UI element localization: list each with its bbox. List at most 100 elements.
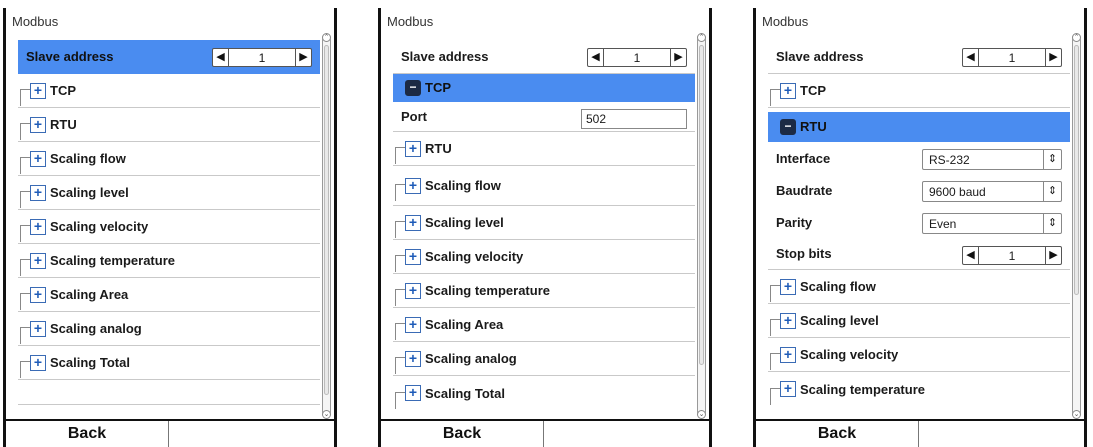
scroll-thumb[interactable]: [699, 45, 704, 365]
port-row[interactable]: Port 502: [393, 102, 695, 132]
parity-row[interactable]: Parity Even ⇕: [768, 206, 1070, 238]
group-rtu[interactable]: + RTU: [393, 132, 695, 166]
minus-icon[interactable]: −: [405, 79, 421, 96]
interface-row[interactable]: Interface RS-232 ⇕: [768, 142, 1070, 174]
slave-address-stepper[interactable]: ◀ 1 ▶: [212, 48, 312, 67]
port-input[interactable]: 502: [581, 109, 687, 129]
slave-address-stepper[interactable]: ◀ 1 ▶: [587, 48, 687, 67]
scroll-thumb[interactable]: [324, 45, 329, 395]
interface-select[interactable]: RS-232 ⇕: [922, 149, 1062, 170]
plus-icon[interactable]: +: [30, 116, 46, 133]
group-rtu[interactable]: + RTU: [18, 108, 320, 142]
plus-icon[interactable]: +: [30, 218, 46, 235]
slave-address-stepper[interactable]: ◀ 1 ▶: [962, 48, 1062, 67]
arrow-right-icon[interactable]: ▶: [295, 49, 311, 66]
minus-icon[interactable]: −: [780, 118, 796, 135]
group-scaling-analog[interactable]: + Scaling analog: [393, 342, 695, 376]
back-button[interactable]: Back: [381, 421, 544, 447]
scrollbar[interactable]: ⌃ ⌄: [1072, 33, 1081, 419]
plus-icon[interactable]: +: [30, 252, 46, 269]
scroll-down-icon[interactable]: ⌄: [1072, 410, 1081, 419]
scrollbar[interactable]: ⌃ ⌄: [697, 33, 706, 419]
group-rtu[interactable]: − RTU: [768, 112, 1070, 142]
tree-line: [395, 221, 405, 238]
tree-line: [20, 293, 30, 310]
group-scaling-area[interactable]: + Scaling Area: [393, 308, 695, 342]
group-scaling-total[interactable]: + Scaling Total: [393, 376, 695, 410]
slave-address-row[interactable]: Slave address ◀ 1 ▶: [18, 40, 320, 74]
group-scaling-temperature[interactable]: + Scaling temperature: [18, 244, 320, 278]
baudrate-row[interactable]: Baudrate 9600 baud ⇕: [768, 174, 1070, 206]
group-label: Scaling analog: [50, 321, 142, 336]
plus-icon[interactable]: +: [780, 346, 796, 363]
arrow-left-icon[interactable]: ◀: [213, 49, 229, 66]
plus-icon[interactable]: +: [405, 140, 421, 157]
arrow-right-icon[interactable]: ▶: [1045, 49, 1061, 66]
arrow-right-icon[interactable]: ▶: [1045, 247, 1061, 264]
group-scaling-flow[interactable]: + Scaling flow: [18, 142, 320, 176]
tree-line: [20, 259, 30, 276]
plus-icon[interactable]: +: [30, 82, 46, 99]
plus-icon[interactable]: +: [30, 320, 46, 337]
group-tcp[interactable]: + TCP: [768, 74, 1070, 108]
scroll-down-icon[interactable]: ⌄: [697, 410, 706, 419]
scroll-up-icon[interactable]: ⌃: [322, 33, 331, 42]
plus-icon[interactable]: +: [30, 286, 46, 303]
arrow-left-icon[interactable]: ◀: [963, 49, 979, 66]
scroll-up-icon[interactable]: ⌃: [1072, 33, 1081, 42]
group-scaling-total[interactable]: + Scaling Total: [18, 346, 320, 380]
baudrate-label: Baudrate: [776, 182, 833, 198]
plus-icon[interactable]: +: [30, 354, 46, 371]
group-scaling-velocity[interactable]: + Scaling velocity: [18, 210, 320, 244]
arrow-left-icon[interactable]: ◀: [588, 49, 604, 66]
plus-icon[interactable]: +: [780, 312, 796, 329]
parity-select[interactable]: Even ⇕: [922, 213, 1062, 234]
back-button[interactable]: Back: [756, 421, 919, 447]
group-scaling-temperature[interactable]: + Scaling temperature: [768, 372, 1070, 406]
group-scaling-level[interactable]: + Scaling level: [393, 206, 695, 240]
stop-bits-row[interactable]: Stop bits ◀ 1 ▶: [768, 238, 1070, 270]
group-scaling-velocity[interactable]: + Scaling velocity: [393, 240, 695, 274]
scroll-up-icon[interactable]: ⌃: [697, 33, 706, 42]
slave-address-row[interactable]: Slave address ◀ 1 ▶: [768, 40, 1070, 74]
softkey-right[interactable]: [919, 421, 1082, 447]
scrollbar[interactable]: ⌃ ⌄: [322, 33, 331, 419]
updown-icon[interactable]: ⇕: [1043, 150, 1061, 169]
plus-icon[interactable]: +: [405, 316, 421, 333]
group-scaling-velocity[interactable]: + Scaling velocity: [768, 338, 1070, 372]
softkey-right[interactable]: [544, 421, 707, 447]
plus-icon[interactable]: +: [405, 385, 421, 401]
group-label: Scaling velocity: [425, 249, 524, 264]
group-tcp[interactable]: + TCP: [18, 74, 320, 108]
parity-value: Even: [929, 216, 957, 231]
arrow-right-icon[interactable]: ▶: [670, 49, 686, 66]
updown-icon[interactable]: ⇕: [1043, 182, 1061, 201]
plus-icon[interactable]: +: [405, 177, 421, 194]
plus-icon[interactable]: +: [780, 82, 796, 99]
arrow-left-icon[interactable]: ◀: [963, 247, 979, 264]
plus-icon[interactable]: +: [405, 248, 421, 265]
plus-icon[interactable]: +: [780, 278, 796, 295]
updown-icon[interactable]: ⇕: [1043, 214, 1061, 233]
plus-icon[interactable]: +: [405, 282, 421, 299]
group-scaling-flow[interactable]: + Scaling flow: [768, 270, 1070, 304]
slave-address-row[interactable]: Slave address ◀ 1 ▶: [393, 40, 695, 74]
baudrate-select[interactable]: 9600 baud ⇕: [922, 181, 1062, 202]
plus-icon[interactable]: +: [405, 214, 421, 231]
group-scaling-level[interactable]: + Scaling level: [768, 304, 1070, 338]
back-button[interactable]: Back: [6, 421, 169, 447]
scroll-down-icon[interactable]: ⌄: [322, 410, 331, 419]
group-scaling-temperature[interactable]: + Scaling temperature: [393, 274, 695, 308]
plus-icon[interactable]: +: [780, 381, 796, 397]
group-tcp[interactable]: − TCP: [393, 74, 695, 102]
group-scaling-analog[interactable]: + Scaling analog: [18, 312, 320, 346]
group-scaling-level[interactable]: + Scaling level: [18, 176, 320, 210]
group-scaling-flow[interactable]: + Scaling flow: [393, 166, 695, 206]
plus-icon[interactable]: +: [30, 184, 46, 201]
stop-bits-stepper[interactable]: ◀ 1 ▶: [962, 246, 1062, 265]
plus-icon[interactable]: +: [405, 350, 421, 367]
plus-icon[interactable]: +: [30, 150, 46, 167]
scroll-thumb[interactable]: [1074, 45, 1079, 295]
group-scaling-area[interactable]: + Scaling Area: [18, 278, 320, 312]
softkey-right[interactable]: [169, 421, 332, 447]
